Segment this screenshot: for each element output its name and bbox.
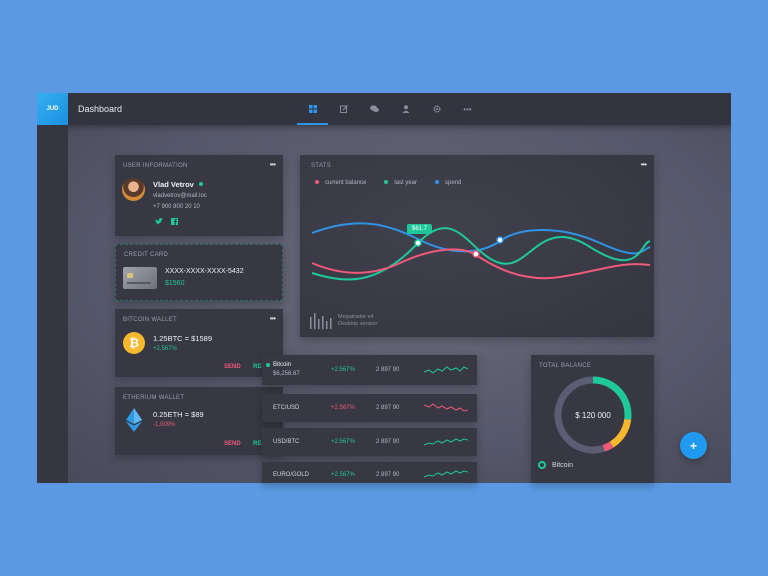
market-name: Bitcoin <box>273 362 292 368</box>
sparkline-up <box>424 438 468 446</box>
ethereum-send-button[interactable]: SEND <box>224 441 241 447</box>
market-change: +2.567% <box>331 405 355 411</box>
nav-dashboard-tab[interactable] <box>297 93 328 125</box>
nav-edit-tab[interactable] <box>328 93 359 125</box>
active-dot <box>266 363 270 367</box>
stats-line-chart <box>311 222 651 281</box>
market-row-euro-gold[interactable]: EURO/GOLD +2.567% 2 897 90 <box>262 462 477 483</box>
sparkline-up <box>424 470 468 478</box>
ethereum-wallet-change: -1.009% <box>153 422 176 428</box>
market-row-etc-usd[interactable]: ETC/USD +2.567% 2 897 90 <box>262 394 477 422</box>
legend-ring-icon <box>538 461 546 469</box>
market-change: +2.567% <box>331 472 355 478</box>
total-balance-card: TOTAL BALANCE $ 120 000 Bitcoin <box>531 355 654 483</box>
grid-icon <box>308 105 317 113</box>
chat-icon <box>370 105 379 112</box>
market-name: ETC/USD <box>273 405 300 411</box>
balance-amount: $ 120 000 <box>575 411 611 420</box>
card-stripe <box>127 282 151 284</box>
main-nav: ••• <box>297 93 483 125</box>
gear-icon <box>432 105 441 113</box>
avatar <box>122 178 145 201</box>
highlight-point-red[interactable] <box>472 250 480 258</box>
user-email: vladvetrov@mail.loc <box>153 193 207 199</box>
card-amount: $1560 <box>165 280 185 287</box>
bitcoin-wallet-value: 1.25BTC = $1589 <box>153 334 213 343</box>
nav-profile-tab[interactable] <box>390 93 421 125</box>
add-button[interactable]: + <box>680 432 707 459</box>
nav-settings-tab[interactable] <box>421 93 452 125</box>
edit-icon <box>339 105 348 113</box>
highlight-point-blue[interactable] <box>496 236 504 244</box>
bitcoin-card-menu-icon[interactable]: ••• <box>270 314 276 323</box>
credit-card-image <box>123 267 157 289</box>
credit-card-card: CREDIT CARD XXXX-XXXX-XXXX-5432 $1560 <box>115 244 283 301</box>
bitcoin-wallet-change: +2.567% <box>153 346 177 352</box>
market-price: 2 897 90 <box>376 439 400 445</box>
market-name: USD/BTC <box>273 439 300 445</box>
stats-card: STATS ••• current balance last year spen… <box>300 155 654 337</box>
user-card-menu-icon[interactable]: ••• <box>270 160 276 169</box>
top-bar: JUD Dashboard ••• <box>37 93 731 125</box>
user-name: Vlad Vetrov <box>153 180 194 189</box>
ethereum-wallet-card: ETHERIUM WALLET ••• 0.25ETH = $89 -1.009… <box>115 387 283 455</box>
twitter-icon[interactable] <box>155 218 163 225</box>
market-price: 2 897 90 <box>376 367 400 373</box>
ethereum-wallet-value: 0.25ETH = $89 <box>153 410 204 419</box>
bitcoin-wallet-card: BITCOIN WALLET ••• ₿ 1.25BTC = $1589 +2.… <box>115 309 283 377</box>
sparkline-up <box>424 366 468 374</box>
online-status-dot <box>199 182 203 186</box>
user-icon <box>402 105 409 113</box>
app-version-platform: Desktop version <box>338 321 378 327</box>
bar-chart-icon <box>310 313 332 329</box>
bitcoin-wallet-title: BITCOIN WALLET <box>123 317 177 323</box>
series-spend-line <box>311 222 651 255</box>
user-phone: +7 900 800 20 10 <box>153 204 200 210</box>
credit-card-title: CREDIT CARD <box>124 252 169 258</box>
market-change: +2.567% <box>331 367 355 373</box>
market-change: +2.567% <box>331 439 355 445</box>
balance-legend: Bitcoin <box>538 461 573 469</box>
sparkline-down <box>424 403 468 412</box>
card-chip-icon <box>127 273 133 278</box>
app-version-name: Megatrader v4 <box>338 314 374 320</box>
page-title: Dashboard <box>78 104 123 114</box>
market-row-bitcoin[interactable]: Bitcoin $6,256.67 +2.567% 2 897 90 <box>262 355 477 385</box>
more-icon[interactable]: ••• <box>452 93 483 125</box>
balance-legend-label: Bitcoin <box>552 461 574 469</box>
highlight-point-green[interactable] <box>414 239 422 247</box>
series-current-balance-line <box>311 248 651 280</box>
card-number: XXXX-XXXX-XXXX-5432 <box>165 268 244 275</box>
market-subvalue: $6,256.67 <box>273 371 300 377</box>
facebook-icon[interactable] <box>171 218 178 225</box>
user-info-title: USER INFORMATION <box>123 163 188 169</box>
market-price: 2 897 90 <box>376 472 400 478</box>
market-price: 2 897 90 <box>376 405 400 411</box>
total-balance-title: TOTAL BALANCE <box>539 363 592 369</box>
user-info-card: USER INFORMATION ••• Vlad Vetrov vladvet… <box>115 155 283 236</box>
app-logo[interactable]: JUD <box>37 93 68 125</box>
bitcoin-icon: ₿ <box>123 332 145 354</box>
market-row-usd-btc[interactable]: USD/BTC +2.567% 2 897 90 <box>262 428 477 456</box>
ethereum-wallet-title: ETHERIUM WALLET <box>123 395 185 401</box>
ethereum-icon <box>126 408 142 432</box>
chart-tooltip: $61.7 <box>407 224 433 234</box>
market-name: EURO/GOLD <box>273 472 310 478</box>
nav-chat-tab[interactable] <box>359 93 390 125</box>
bitcoin-send-button[interactable]: SEND <box>224 364 241 370</box>
sidebar <box>37 125 68 483</box>
